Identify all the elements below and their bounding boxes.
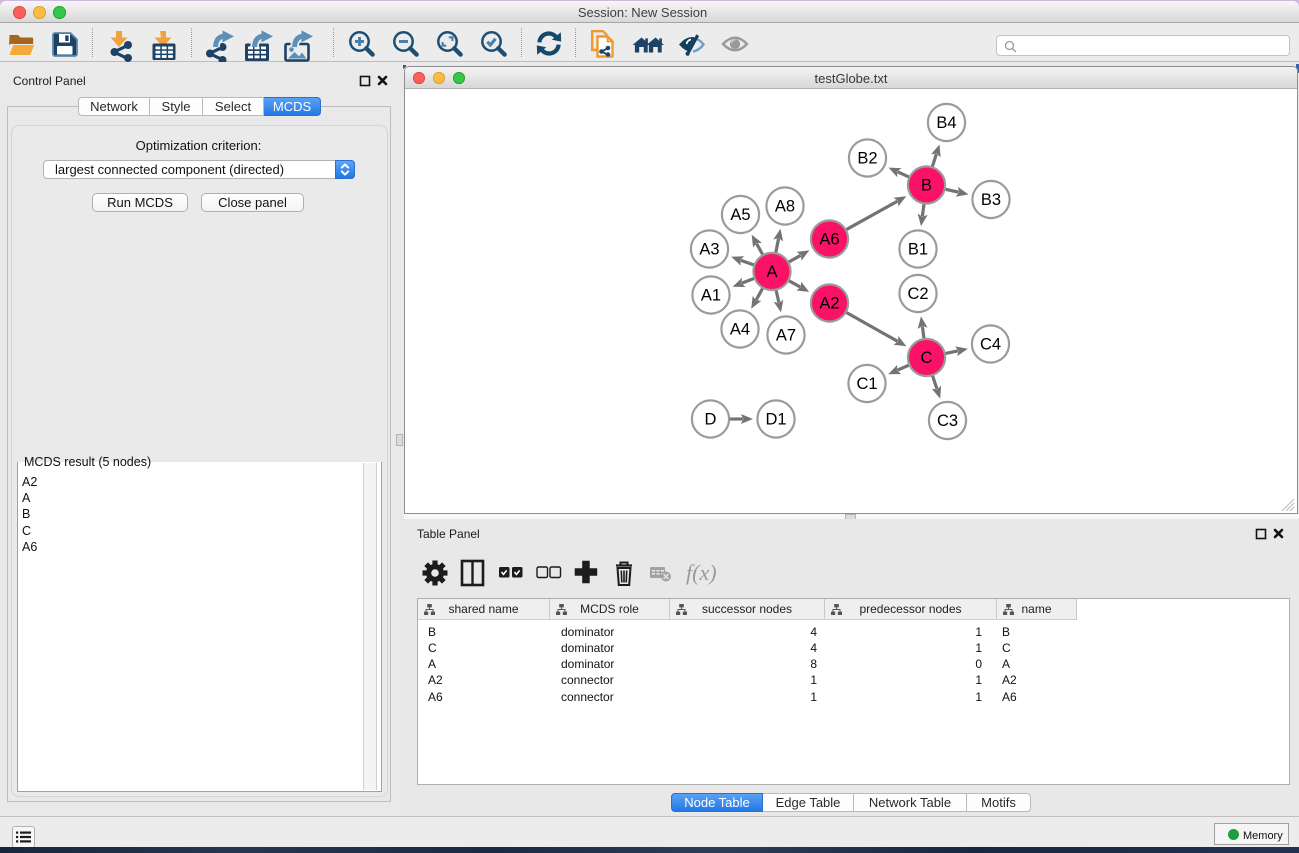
svg-text:B: B: [921, 177, 932, 195]
svg-text:A1: A1: [701, 287, 721, 305]
svg-text:A2: A2: [819, 295, 839, 313]
svg-text:B2: B2: [857, 150, 877, 168]
svg-text:C1: C1: [856, 375, 877, 393]
svg-text:A: A: [766, 263, 777, 281]
svg-text:f(x): f(x): [686, 560, 717, 585]
svg-text:D: D: [705, 411, 717, 429]
svg-text:A6: A6: [819, 231, 839, 249]
svg-text:A3: A3: [699, 241, 719, 259]
svg-text:B3: B3: [981, 191, 1001, 209]
svg-text:A8: A8: [775, 198, 795, 216]
svg-text:A7: A7: [776, 327, 796, 345]
svg-text:A4: A4: [730, 321, 750, 339]
svg-text:C: C: [921, 349, 933, 367]
svg-text:D1: D1: [765, 411, 786, 429]
svg-text:A5: A5: [730, 206, 750, 224]
svg-text:C2: C2: [907, 285, 928, 303]
svg-text:C4: C4: [980, 336, 1001, 354]
svg-text:B4: B4: [936, 114, 956, 132]
svg-text:C3: C3: [937, 412, 958, 430]
svg-text:B1: B1: [908, 241, 928, 259]
